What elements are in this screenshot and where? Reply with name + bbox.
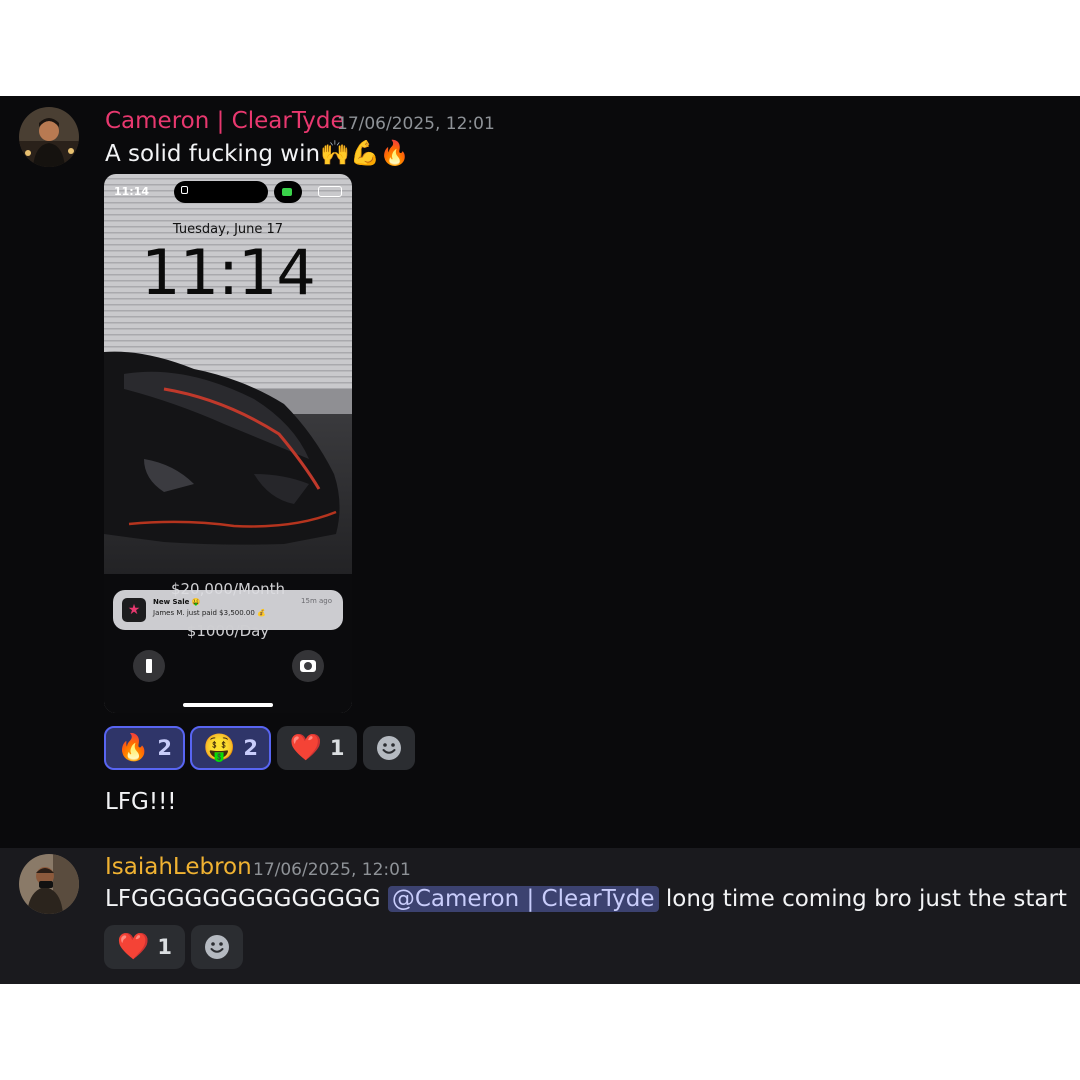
username[interactable]: Cameron | ClearTyde — [105, 108, 345, 134]
battery-icon — [318, 186, 342, 197]
username[interactable]: IsaiahLebron — [105, 854, 252, 880]
reaction-count: 2 — [157, 736, 172, 760]
message-body: LFGGGGGGGGGGGGGG — [105, 886, 381, 912]
video-camera-icon — [282, 188, 292, 196]
camera-icon — [300, 660, 316, 672]
star-app-icon: ★ — [122, 598, 146, 622]
notification-age: 15m ago — [301, 597, 332, 605]
reaction-count: 1 — [157, 935, 172, 959]
heart-emoji: ❤️ — [117, 932, 150, 962]
dynamic-island — [174, 181, 268, 203]
message-emojis: 🙌💪🔥 — [320, 139, 410, 167]
notification-body-emoji: 💰 — [257, 609, 266, 617]
wallpaper-text-2: $1000/Day — [186, 622, 270, 640]
heart-emoji: ❤️ — [289, 733, 322, 763]
message-text: A solid fucking win🙌💪🔥 — [105, 141, 410, 167]
message-body-rest: long time coming bro just the start — [665, 886, 1067, 912]
flashlight-icon — [146, 659, 152, 673]
reaction-heart[interactable]: ❤️ 1 — [104, 925, 185, 969]
status-time: 11:14 — [114, 185, 150, 198]
notification-body: James M. just paid $3,500.00 💰 — [153, 609, 266, 617]
notification-body-text: James M. just paid $3,500.00 — [153, 609, 255, 617]
message-text: LFGGGGGGGGGGGGGG @Cameron | ClearTyde lo… — [105, 886, 1067, 912]
fire-emoji: 🔥 — [117, 733, 150, 763]
avatar[interactable] — [19, 854, 79, 914]
message-body: A solid fucking win — [105, 141, 321, 167]
timestamp: 17/06/2025, 12:01 — [253, 860, 411, 880]
add-reaction-button[interactable] — [191, 925, 243, 969]
notification-title: New Sale 🤑 — [153, 598, 201, 606]
add-reaction-button[interactable] — [363, 726, 415, 770]
message-isaiah: IsaiahLebron 17/06/2025, 12:01 LFGGGGGGG… — [0, 848, 1080, 984]
camera-button[interactable] — [292, 650, 324, 682]
avatar[interactable] — [19, 107, 79, 167]
lock-clock: 11:14 — [141, 236, 316, 309]
money-mouth-emoji: 🤑 — [203, 733, 236, 763]
image-attachment[interactable]: 11:14 Tuesday, June 17 11:14 $20,000/Mon… — [104, 174, 352, 713]
smiley-face-icon — [377, 736, 401, 760]
timestamp: 17/06/2025, 12:01 — [337, 114, 495, 134]
reaction-count: 2 — [243, 736, 258, 760]
smiley-face-icon — [205, 935, 229, 959]
reaction-money-mouth[interactable]: 🤑 2 — [190, 726, 271, 770]
flashlight-button[interactable] — [133, 650, 165, 682]
lock-icon — [181, 186, 188, 194]
lock-date: Tuesday, June 17 — [172, 222, 284, 237]
notification-title-emoji: 🤑 — [191, 598, 201, 606]
user-mention[interactable]: @Cameron | ClearTyde — [387, 886, 659, 912]
reaction-heart[interactable]: ❤️ 1 — [277, 726, 357, 770]
notification-title-text: New Sale — [153, 598, 190, 606]
reaction-fire[interactable]: 🔥 2 — [104, 726, 185, 770]
followup-message: LFG!!! — [105, 789, 177, 815]
reaction-count: 1 — [329, 736, 345, 760]
home-indicator — [183, 703, 273, 707]
chat-panel: Cameron | ClearTyde 17/06/2025, 12:01 A … — [0, 96, 1080, 984]
facetime-pill — [274, 181, 302, 203]
